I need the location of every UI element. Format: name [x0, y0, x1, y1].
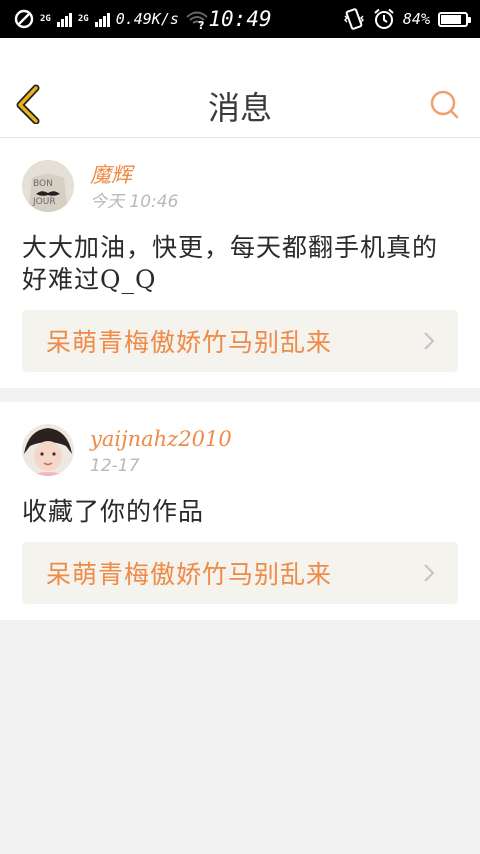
username[interactable]: 魔辉 — [90, 162, 178, 188]
book-link[interactable]: 呆萌青梅傲娇竹马别乱来 — [22, 310, 458, 372]
svg-text:JOUR: JOUR — [32, 197, 56, 207]
message-card: BON JOUR 魔辉 今天 10:46 大大加油，快更，每天都翻手机真的好难过… — [0, 138, 480, 388]
status-right: 84% — [343, 0, 471, 38]
page-title: 消息 — [207, 89, 272, 127]
avatar-print-text: BON — [33, 179, 53, 189]
timestamp: 今天 10:46 — [90, 192, 179, 212]
timestamp: 12-17 — [90, 456, 140, 476]
avatar[interactable]: BON JOUR — [22, 160, 74, 212]
search-icon[interactable] — [428, 88, 462, 122]
battery-level — [441, 14, 462, 24]
message-header: yaijnahz2010 12-17 — [22, 424, 458, 480]
message-card: yaijnahz2010 12-17 收藏了你的作品 呆萌青梅傲娇竹马别乱来 — [0, 402, 480, 620]
chevron-right-icon — [424, 564, 435, 582]
battery-icon — [438, 11, 471, 27]
battery-percent: 84% — [402, 10, 430, 28]
message-header: BON JOUR 魔辉 今天 10:46 — [22, 160, 458, 216]
header-bar: 消息 — [0, 38, 480, 138]
avatar[interactable] — [22, 424, 74, 476]
book-link[interactable]: 呆萌青梅傲娇竹马别乱来 — [22, 542, 458, 604]
username[interactable]: yaijnahz2010 — [90, 426, 232, 452]
alarm-icon — [374, 8, 394, 29]
book-title: 呆萌青梅傲娇竹马别乱来 — [46, 328, 333, 357]
chevron-right-icon — [424, 332, 435, 350]
book-title: 呆萌青梅傲娇竹马别乱来 — [46, 560, 333, 589]
message-content: 大大加油，快更，每天都翻手机真的好难过Q_Q — [22, 233, 439, 294]
status-bar: 2G 2G 0.49K/s ? 10:49 84% — [0, 0, 480, 38]
vibrate-icon — [343, 8, 364, 30]
message-content: 收藏了你的作品 — [22, 497, 205, 526]
